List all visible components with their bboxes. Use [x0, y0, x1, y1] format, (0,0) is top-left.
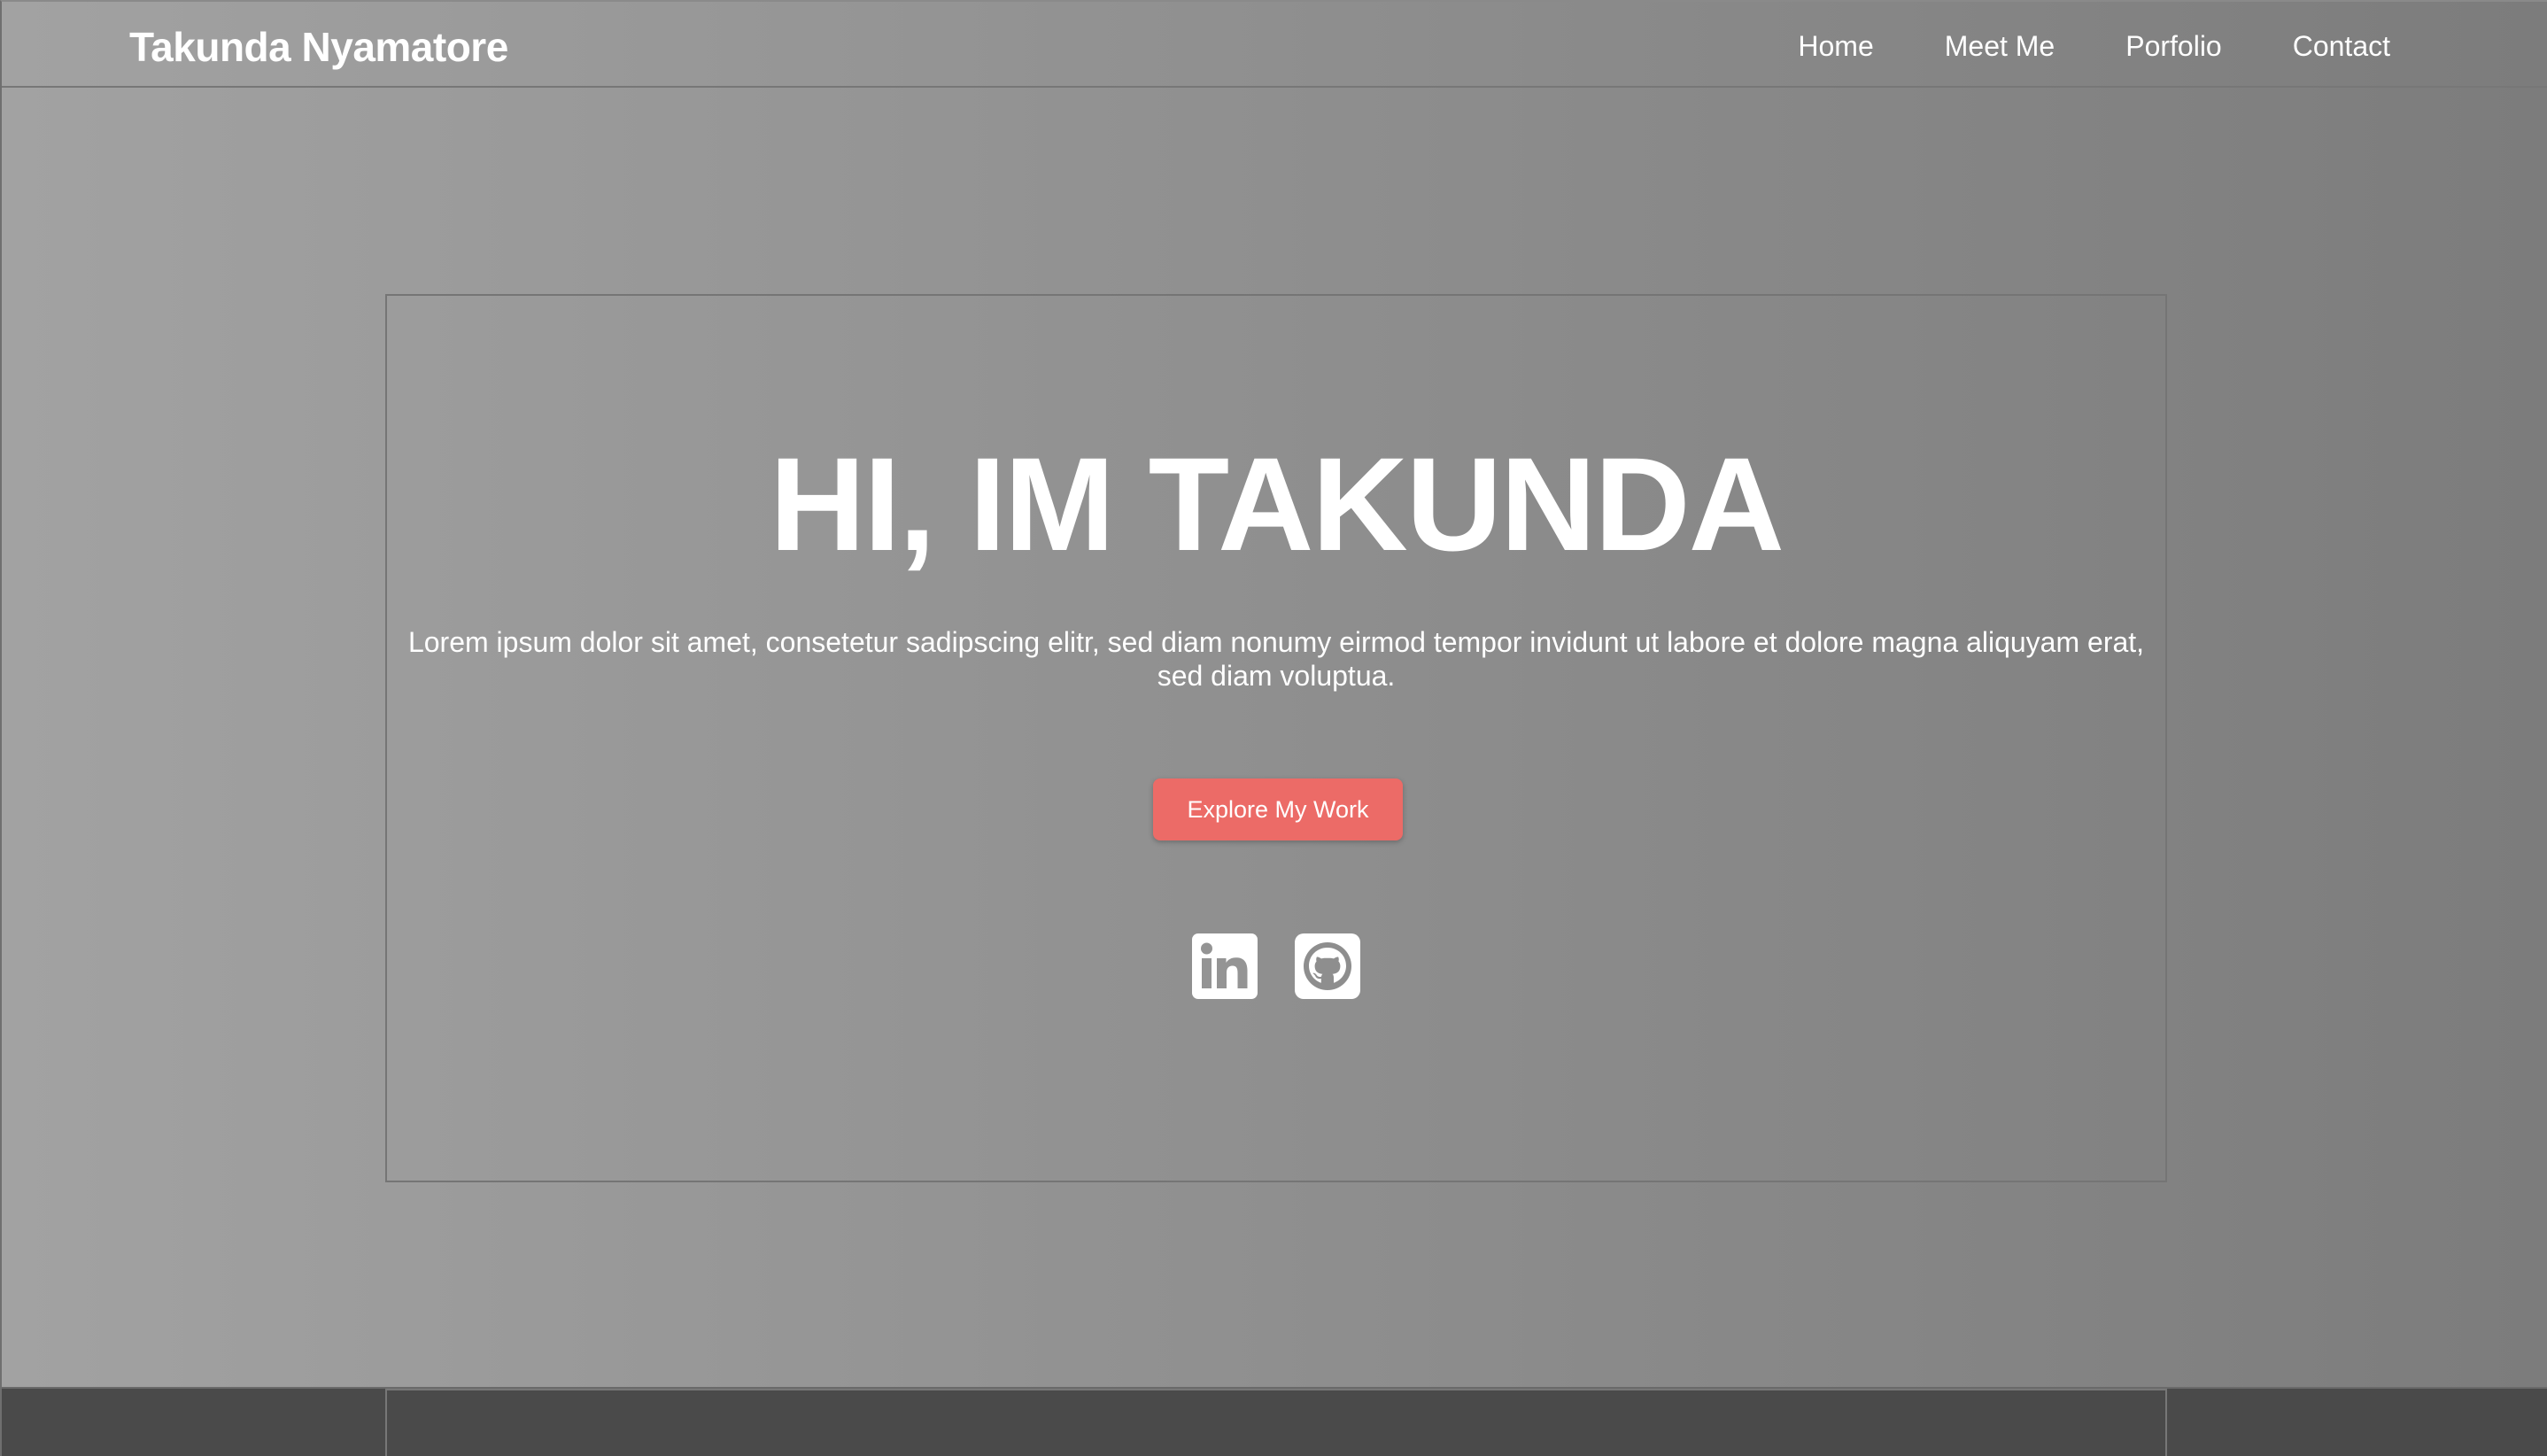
footer-container: [385, 1389, 2167, 1456]
nav-links: Home Meet Me Porfolio Contact: [1798, 27, 2390, 66]
site-brand[interactable]: Takunda Nyamatore: [129, 23, 508, 71]
navbar: Takunda Nyamatore Home Meet Me Porfolio …: [2, 2, 2547, 88]
explore-work-button[interactable]: Explore My Work: [1153, 778, 1403, 840]
hero-section: HI, IM TAKUNDA Lorem ipsum dolor sit ame…: [385, 294, 2167, 1182]
hero-description: Lorem ipsum dolor sit amet, consetetur s…: [387, 625, 2165, 693]
social-links: [1190, 932, 1362, 1001]
footer-section: [2, 1387, 2547, 1456]
github-link[interactable]: [1293, 932, 1362, 1001]
github-icon: [1295, 933, 1360, 999]
hero-description-line: Lorem ipsum dolor sit amet, consetetur s…: [407, 626, 2145, 658]
page: Takunda Nyamatore Home Meet Me Porfolio …: [0, 0, 2547, 1456]
linkedin-icon: [1192, 933, 1258, 999]
linkedin-link[interactable]: [1190, 932, 1259, 1001]
nav-contact[interactable]: Contact: [2293, 27, 2390, 66]
hero-description-line: sed diam voluptua.: [1157, 660, 1396, 692]
nav-meet-me[interactable]: Meet Me: [1945, 27, 2055, 66]
nav-home[interactable]: Home: [1798, 27, 1873, 66]
nav-portfolio[interactable]: Porfolio: [2125, 27, 2222, 66]
hero-title: HI, IM TAKUNDA: [769, 430, 1784, 578]
